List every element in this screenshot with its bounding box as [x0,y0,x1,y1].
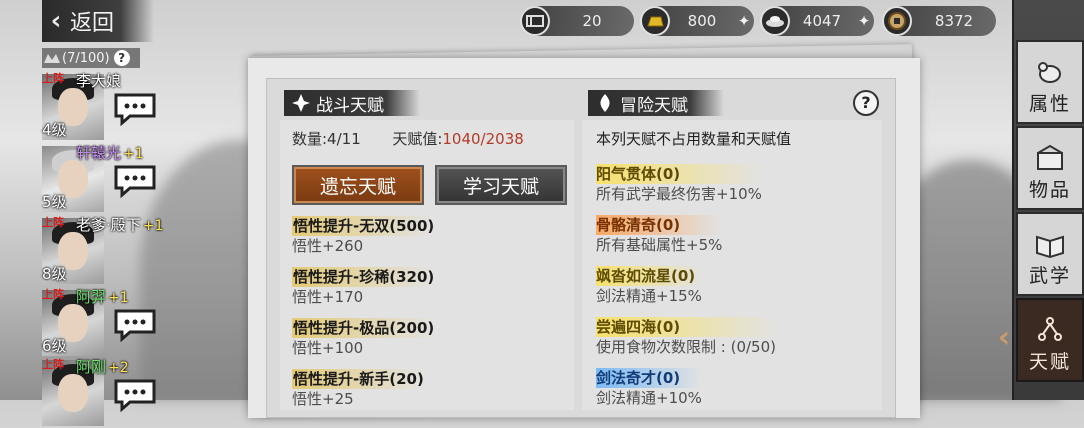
learn-talent-button[interactable]: 学习天赋 [435,165,567,205]
talent-help-icon[interactable]: ? [853,90,879,116]
mouse-icon [1038,62,1061,83]
party-icon [44,54,60,63]
party-member[interactable]: 上阵 阿刚 +2 [42,356,160,428]
deployed-tag: 上阵 [42,72,64,85]
adventure-talent-item[interactable]: 阳气贯体(0) 所有武学最终伤害+10% [596,164,762,204]
member-name: 阿羿 +1 [76,288,129,306]
adventure-talent-item[interactable]: 尝遍四海(0) 使用食物次数限制 : (0/50) [596,317,776,357]
member-name: 老爹·殿下 +1 [76,216,164,234]
member-name: 轩辕光 +1 [76,144,144,162]
party-help-icon[interactable]: ? [113,50,130,66]
member-level: 5级 [42,193,67,211]
member-level: 8级 [42,265,67,283]
adventure-note: 本列天赋不占用数量和天赋值 [596,130,792,148]
tab-martial-arts[interactable]: 武学 [1016,212,1084,296]
deployed-tag: 上阵 [42,216,64,229]
gold-add-button[interactable]: ✦ [734,12,754,30]
combat-talent-column [280,120,574,410]
talent-value-label: 天赋值: [392,130,443,148]
member-name: 阿刚 +2 [76,358,129,376]
combat-talent-title: 战斗天赋 [284,90,420,116]
resource-copper: 8372 [882,6,996,36]
deployed-tag: 上阵 [42,288,64,301]
tickets-value: 20 [582,12,602,30]
talent-value: 1040/2038 [442,130,524,148]
party-member[interactable]: 上阵 老爹·殿下 +1 8级 [42,214,164,286]
silver-ingot-icon [760,6,790,36]
chat-bubble-icon[interactable] [112,308,158,342]
chat-bubble-icon[interactable] [112,164,158,198]
member-name: 李大娘 [76,72,122,90]
resource-gold: 800 ✦ [640,6,754,36]
combat-talent-item[interactable]: 悟性提升-极品(200) 悟性+100 [292,318,435,358]
party-member[interactable]: 上阵 阿羿 +1 6级 [42,286,160,358]
combat-talent-item[interactable]: 悟性提升-珍稀(320) 悟性+170 [292,267,435,307]
book-icon [1036,235,1064,259]
adventure-emblem-icon [600,94,610,112]
chat-bubble-icon[interactable] [112,378,158,412]
back-button[interactable]: ‹ 返回 [42,0,154,42]
member-level: 4级 [42,121,67,139]
adventure-talent-item[interactable]: 飒沓如流星(0) 剑法精通+15% [596,266,702,306]
talent-tree-icon [1038,317,1062,341]
active-tab-arrow-icon: ‹ [997,320,1011,355]
gold-bar-icon [640,6,670,36]
forget-talent-button[interactable]: 遗忘天赋 [292,165,424,205]
copper-coin-icon [882,6,912,36]
combat-talent-item[interactable]: 悟性提升-无双(500) 悟性+260 [292,216,435,256]
talent-count: 数量:4/11 [292,130,361,148]
party-member[interactable]: 轩辕光 +1 5级 [42,142,160,214]
tab-items[interactable]: 物品 [1016,126,1084,210]
copper-value: 8372 [934,12,974,30]
adventure-talent-title: 冒险天赋 [588,90,724,116]
gold-value: 800 [687,12,717,30]
member-level: 6级 [42,337,67,355]
party-count: (7/100) [62,50,110,66]
adventure-talent-item[interactable]: 骨骼清奇(0) 所有基础属性+5% [596,215,723,255]
combat-talent-item[interactable]: 悟性提升-新手(20) 悟性+25 [292,369,424,409]
adventure-talent-item[interactable]: 剑法奇才(0) 剑法精通+10% [596,368,702,408]
chat-bubble-icon[interactable] [112,92,158,126]
chevron-left-icon: ‹ [50,6,62,36]
chest-icon [1037,144,1063,170]
silver-add-button[interactable]: ✦ [854,12,874,30]
tab-talents[interactable]: 天赋 [1016,298,1084,382]
ticket-icon [520,6,550,36]
back-label: 返回 [70,11,115,36]
resource-tickets: 20 [520,6,634,36]
party-header: (7/100) ? [42,48,140,68]
resource-silver: 4047 ✦ [760,6,874,36]
party-member[interactable]: 上阵 李大娘 4级 [42,70,160,142]
combat-stats: 数量:4/11 天赋值:1040/2038 [292,128,524,149]
deployed-tag: 上阵 [42,358,64,371]
tab-attributes[interactable]: 属性 [1016,40,1084,124]
silver-value: 4047 [802,12,842,30]
combat-emblem-icon [292,94,310,112]
